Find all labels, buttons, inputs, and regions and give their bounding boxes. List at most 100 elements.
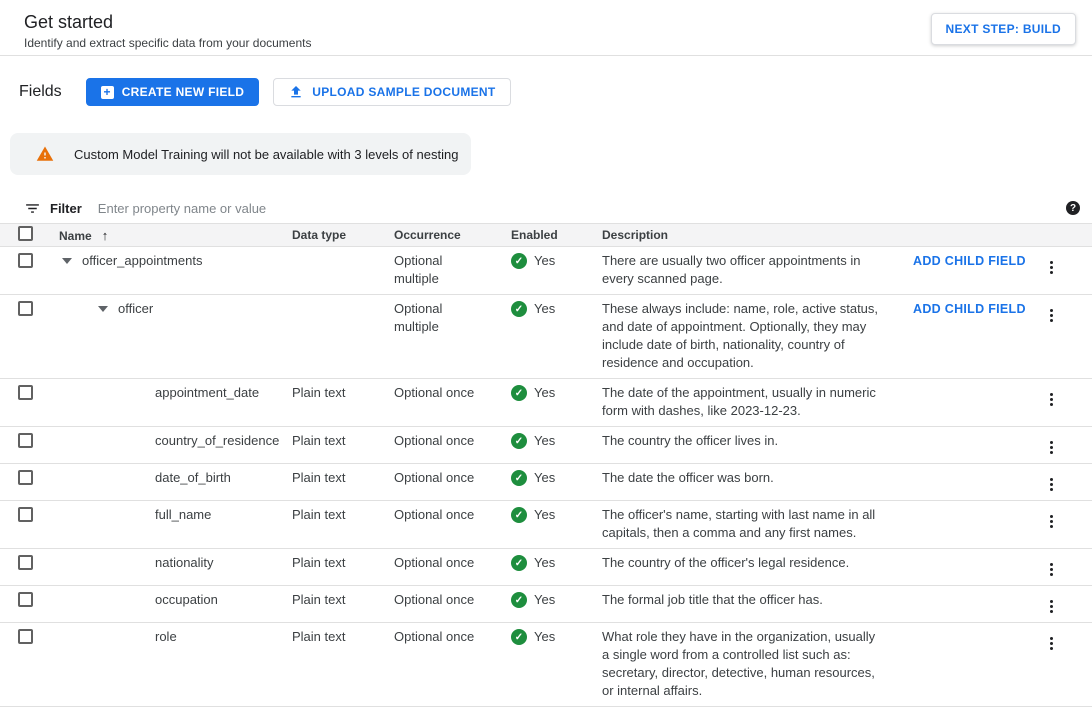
warning-banner: Custom Model Training will not be availa… [10,133,471,175]
data-type-value: Plain text [292,469,394,487]
field-name-cell: officer [59,300,292,318]
more-options-icon[interactable] [1044,512,1059,531]
field-name-cell: date_of_birth [59,469,292,487]
row-checkbox[interactable] [18,555,33,570]
table-row: occupation Plain text Optional once ✓ Ye… [0,586,1092,623]
enabled-check-icon: ✓ [511,470,527,486]
field-description: The date the officer was born. [602,469,895,487]
field-name: date_of_birth [155,469,231,487]
data-type-value: Plain text [292,554,394,572]
data-type-value: Plain text [292,506,394,524]
more-options-icon[interactable] [1044,634,1059,653]
row-menu-cell [1030,628,1070,653]
table-row: officer Optional multiple ✓ Yes These al… [0,295,1092,379]
add-child-field-button[interactable]: ADD CHILD FIELD [895,300,1030,318]
row-checkbox[interactable] [18,433,33,448]
enabled-check-icon: ✓ [511,629,527,645]
add-child-field-button[interactable]: ADD CHILD FIELD [895,252,1030,270]
column-header-occurrence: Occurrence [394,228,511,242]
enabled-cell: ✓ Yes [511,252,602,270]
field-name-cell: occupation [59,591,292,609]
create-new-field-button[interactable]: + CREATE NEW FIELD [86,78,260,106]
occurrence-value: Optional once [394,469,511,487]
column-header-name[interactable]: Name↑ [59,228,292,243]
row-checkbox-cell [0,554,59,573]
row-menu-cell [1030,252,1070,277]
field-name: full_name [155,506,211,524]
more-options-icon[interactable] [1044,560,1059,579]
more-options-icon[interactable] [1044,390,1059,409]
row-checkbox[interactable] [18,507,33,522]
data-type-value: Plain text [292,432,394,450]
field-description: The officer's name, starting with last n… [602,506,895,542]
table-row: date_of_birth Plain text Optional once ✓… [0,464,1092,501]
enabled-check-icon: ✓ [511,433,527,449]
collapse-arrow-icon[interactable] [98,306,108,312]
row-checkbox[interactable] [18,301,33,316]
select-all-cell [0,226,59,244]
enabled-value: Yes [534,384,555,402]
field-name-cell: full_name [59,506,292,524]
row-checkbox-cell [0,506,59,525]
row-checkbox[interactable] [18,592,33,607]
enabled-cell: ✓ Yes [511,554,602,572]
upload-sample-document-button[interactable]: UPLOAD SAMPLE DOCUMENT [273,78,510,106]
row-checkbox[interactable] [18,629,33,644]
filter-icon [24,200,41,217]
enabled-check-icon: ✓ [511,507,527,523]
row-checkbox-cell [0,252,59,271]
more-options-icon[interactable] [1044,597,1059,616]
enabled-check-icon: ✓ [511,592,527,608]
next-step-build-button[interactable]: NEXT STEP: BUILD [931,13,1076,45]
occurrence-value: Optional once [394,591,511,609]
enabled-cell: ✓ Yes [511,384,602,402]
data-type-value: Plain text [292,384,394,402]
occurrence-value: Optional once [394,384,511,402]
field-name: officer [118,300,153,318]
field-name: role [155,628,177,646]
field-name-cell: appointment_date [59,384,292,402]
enabled-check-icon: ✓ [511,555,527,571]
column-header-description: Description [602,228,895,242]
more-options-icon[interactable] [1044,306,1059,325]
page-header: Get started Identify and extract specifi… [0,0,1092,56]
field-description: The date of the appointment, usually in … [602,384,895,420]
enabled-cell: ✓ Yes [511,506,602,524]
more-options-icon[interactable] [1044,438,1059,457]
row-checkbox[interactable] [18,470,33,485]
table-header: Name↑ Data type Occurrence Enabled Descr… [0,224,1092,247]
data-type-value: Plain text [292,591,394,609]
row-checkbox-cell [0,384,59,403]
fields-bar: Fields + CREATE NEW FIELD UPLOAD SAMPLE … [0,56,1092,106]
row-checkbox-cell [0,469,59,488]
row-menu-cell [1030,469,1070,494]
select-all-checkbox[interactable] [18,226,33,241]
occurrence-value: Optional multiple [394,252,511,288]
sort-ascending-icon[interactable]: ↑ [102,228,109,243]
collapse-arrow-icon[interactable] [62,258,72,264]
enabled-check-icon: ✓ [511,253,527,269]
occurrence-value: Optional once [394,432,511,450]
row-menu-cell [1030,384,1070,409]
occurrence-value: Optional once [394,554,511,572]
column-header-data-type: Data type [292,228,394,242]
enabled-cell: ✓ Yes [511,432,602,450]
upload-icon [288,84,304,100]
table-body: officer_appointments Optional multiple ✓… [0,247,1092,707]
row-checkbox[interactable] [18,253,33,268]
table-row: officer_appointments Optional multiple ✓… [0,247,1092,295]
enabled-value: Yes [534,628,555,646]
column-header-enabled: Enabled [511,228,602,242]
more-options-icon[interactable] [1044,475,1059,494]
help-icon[interactable]: ? [1066,201,1080,215]
more-options-icon[interactable] [1044,258,1059,277]
field-description: There are usually two officer appointmen… [602,252,895,288]
enabled-cell: ✓ Yes [511,591,602,609]
field-name: occupation [155,591,218,609]
field-name: officer_appointments [82,252,202,270]
row-checkbox[interactable] [18,385,33,400]
filter-input[interactable] [98,201,1066,216]
filter-bar: Filter ? [0,193,1092,224]
page-title: Get started [24,11,1068,33]
enabled-value: Yes [534,506,555,524]
